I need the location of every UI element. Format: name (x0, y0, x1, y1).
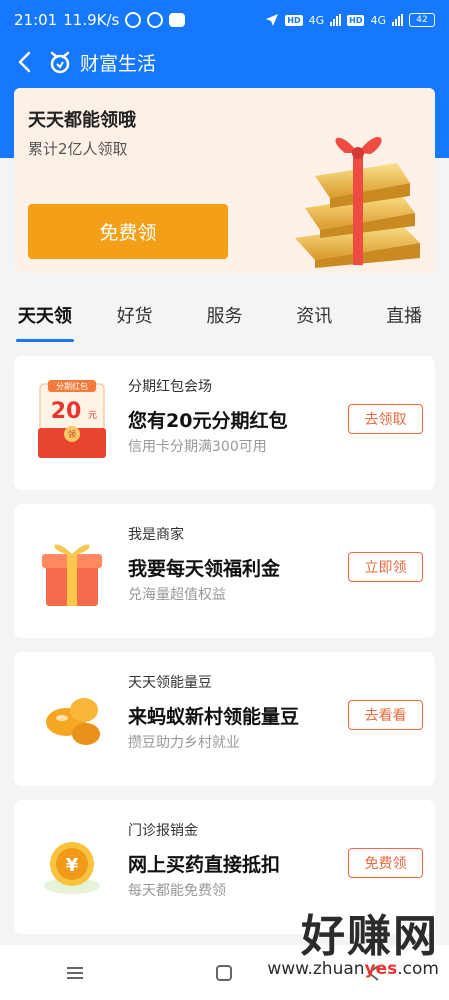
menu-button[interactable] (45, 953, 105, 993)
energy-bean-icon (46, 698, 100, 745)
tab-news[interactable]: 资讯 (269, 290, 359, 344)
card-description: 信用卡分期满300可用 (128, 439, 267, 455)
hd-badge: HD (347, 14, 365, 26)
banner-title: 天天都能领哦 (28, 110, 136, 131)
watermark: 好赚网 www.zhuanyes.com (267, 911, 439, 980)
status-bar: 21:01 11.9K/s HD 4G HD 4G 42 (0, 0, 449, 40)
tab-services[interactable]: 服务 (180, 290, 270, 344)
network-speed: 11.9K/s (63, 11, 120, 29)
claim-now-button[interactable]: 立即领 (348, 552, 423, 582)
card-description: 兑海量超值权益 (128, 587, 226, 603)
card-category: 天天领能量豆 (128, 675, 212, 691)
promo-banner: 天天都能领哦 累计2亿人领取 免费领 (14, 88, 435, 273)
tab-live[interactable]: 直播 (359, 290, 449, 344)
list-item[interactable]: 天天领能量豆 来蚂蚁新村领能量豆 攒豆助力乡村就业 去看看 (14, 652, 435, 786)
list-item[interactable]: 我是商家 我要每天领福利金 兑海量超值权益 立即领 (14, 504, 435, 638)
wechat-icon (169, 13, 186, 27)
app-notification-icon (147, 12, 164, 28)
tab-daily[interactable]: 天天领 (0, 290, 90, 344)
card-title: 您有20元分期红包 (128, 410, 288, 432)
page-title: 财富生活 (80, 52, 157, 75)
battery-icon: 42 (409, 13, 435, 27)
card-category: 门诊报销金 (128, 823, 198, 839)
category-tabs: 天天领 好货 服务 资讯 直播 (0, 290, 449, 344)
free-claim-card-button[interactable]: 免费领 (348, 848, 423, 878)
home-button[interactable] (194, 953, 254, 993)
coupon-badge: 领 (68, 429, 76, 439)
claim-button[interactable]: 去领取 (348, 404, 423, 434)
menu-icon (66, 966, 83, 979)
banner-subtitle: 累计2亿人领取 (28, 140, 128, 158)
card-description: 攒豆助力乡村就业 (128, 735, 240, 751)
coin-icon: ¥ (44, 842, 100, 894)
card-title: 来蚂蚁新村领能量豆 (128, 706, 300, 728)
card-category: 我是商家 (128, 527, 184, 543)
home-icon (216, 964, 233, 981)
network-type: 4G (370, 13, 386, 27)
coupon-unit: 元 (88, 411, 97, 421)
red-envelope-coupon-icon: 分期红包 20 元 领 (38, 380, 106, 458)
card-description: 每天都能免费领 (128, 883, 226, 899)
free-claim-button[interactable]: 免费领 (28, 204, 228, 259)
alarm-icon (125, 12, 142, 28)
signal-icon (330, 14, 342, 26)
signal-icon (392, 14, 403, 26)
tab-goods[interactable]: 好货 (90, 290, 180, 344)
coupon-label: 分期红包 (56, 381, 88, 391)
view-button[interactable]: 去看看 (348, 700, 423, 730)
card-title: 网上买药直接抵扣 (128, 854, 281, 876)
back-button[interactable] (0, 40, 48, 84)
alipay-wealth-icon (50, 51, 70, 74)
list-item[interactable]: 分期红包 20 元 领 分期红包会场 您有20元分期红包 信用卡分期满300可用… (14, 356, 435, 490)
coin-symbol: ¥ (66, 855, 79, 876)
gold-bars-illustration (295, 137, 420, 268)
location-icon (266, 14, 279, 26)
coupon-amount: 20 (51, 399, 82, 424)
card-category: 分期红包会场 (128, 379, 212, 395)
nav-bar: 财富生活 (0, 40, 449, 84)
watermark-url: www.zhuanyes.com (267, 959, 439, 979)
status-time: 21:01 (14, 11, 58, 29)
watermark-title: 好赚网 (301, 911, 439, 962)
network-type: 4G (308, 13, 325, 27)
card-title: 我要每天领福利金 (128, 558, 281, 580)
chevron-left-icon (18, 51, 31, 73)
hd-badge: HD (285, 14, 303, 26)
gift-box-icon (42, 544, 102, 606)
